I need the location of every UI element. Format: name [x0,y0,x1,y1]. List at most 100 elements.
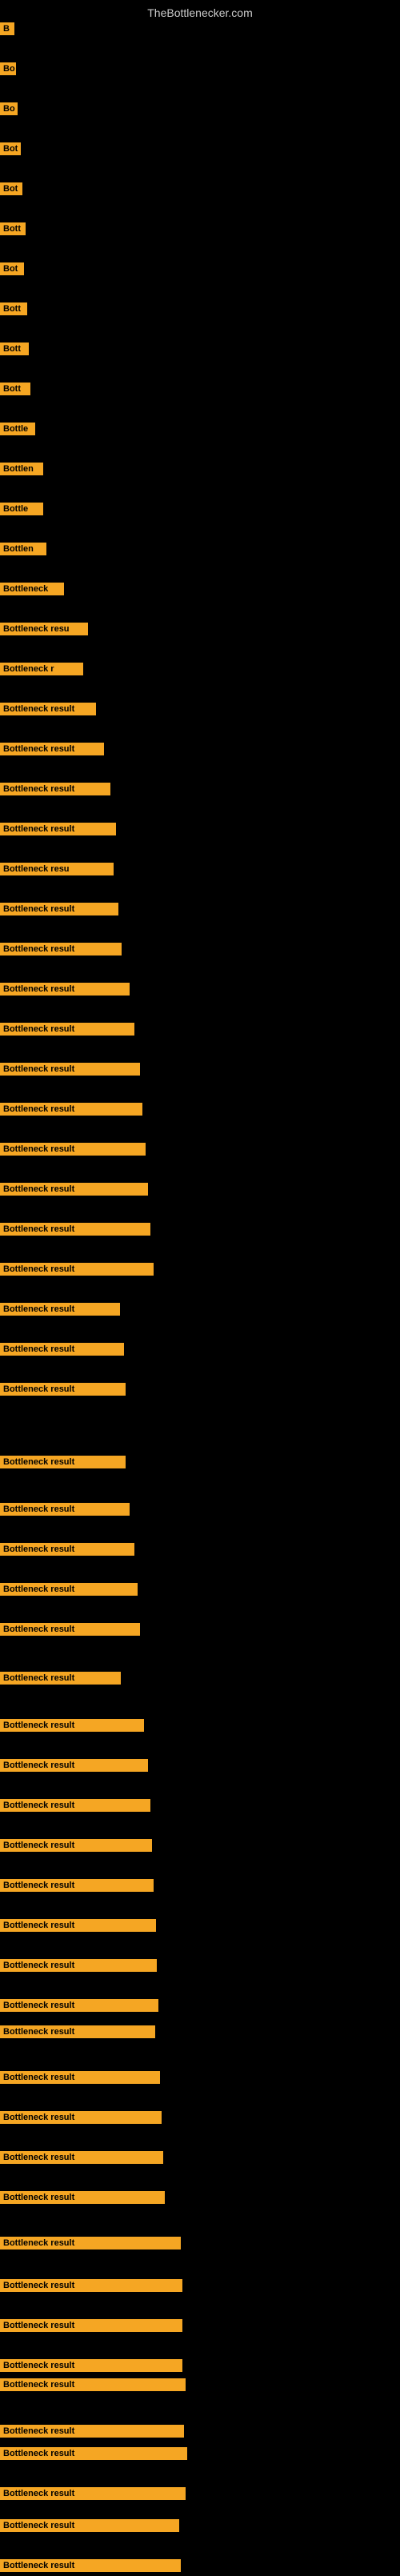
bar-item: Bottleneck resu [0,863,114,879]
bar-label: Bottleneck result [0,1839,152,1852]
bar-label: Bottleneck result [0,1263,154,1276]
bar-item: Bottleneck result [0,2447,187,2464]
bar-label: Bottleneck result [0,2237,181,2249]
bar-item: Bottleneck result [0,2071,160,2088]
bar-item: Bottleneck result [0,943,122,959]
bar-label: Bottleneck result [0,1623,140,1636]
bar-item: Bottleneck result [0,2151,163,2168]
bar-item: Bottleneck result [0,2359,182,2376]
bar-label: Bottleneck result [0,2559,181,2572]
bar-label: Bottleneck result [0,1999,158,2012]
bar-label: Bottleneck [0,583,64,595]
bar-label: Bottleneck result [0,1223,150,1236]
bar-item: Bottleneck result [0,2279,182,2296]
bar-item: Bottleneck result [0,2559,181,2576]
bar-label: Bott [0,343,29,355]
bar-label: Bot [0,262,24,275]
bar-label: Bottleneck result [0,2447,187,2460]
bar-item: Bottleneck result [0,2319,182,2336]
bar-label: Bottleneck result [0,2425,184,2438]
bar-label: B [0,22,14,35]
bar-label: Bottleneck result [0,2487,186,2500]
bar-item: Bottleneck result [0,1919,156,1936]
bar-item: Bottleneck result [0,2487,186,2504]
bar-label: Bott [0,383,30,395]
bar-label: Bottleneck result [0,1383,126,1396]
bar-item: Bottle [0,503,43,519]
bar-label: Bottleneck result [0,1343,124,1356]
bar-label: Bottleneck result [0,1719,144,1732]
bar-item: Bottleneck result [0,703,96,719]
bar-label: Bottleneck result [0,703,96,715]
bar-item: Bottleneck result [0,783,110,799]
bar-item: Bott [0,383,30,399]
bar-label: Bo [0,102,18,115]
bar-item: Bottleneck result [0,1719,144,1736]
bar-label: Bottlen [0,543,46,555]
bar-item: Bottleneck result [0,1543,134,1560]
bar-label: Bottleneck r [0,663,83,675]
bar-item: Bottleneck result [0,1959,157,1976]
bar-item: Bottleneck result [0,2111,162,2128]
bar-label: Bottleneck result [0,823,116,835]
bar-label: Bot [0,182,22,195]
bar-label: Bottleneck result [0,903,118,915]
bar-item: B [0,22,14,39]
bar-label: Bottleneck result [0,2519,179,2532]
bar-label: Bot [0,142,21,155]
bar-label: Bottleneck result [0,943,122,955]
bar-item: Bottleneck result [0,1303,120,1320]
bar-item: Bottleneck result [0,1263,154,1280]
bar-label: Bottleneck result [0,1799,150,1812]
bar-item: Bottleneck result [0,1672,121,1689]
bar-item: Bottleneck result [0,1343,124,1360]
bar-label: Bottleneck result [0,2359,182,2372]
bar-item: Bottleneck result [0,1999,158,2016]
bar-label: Bottleneck result [0,1063,140,1076]
bar-label: Bottleneck result [0,1503,130,1516]
bar-item: Bot [0,142,21,159]
bar-label: Bottleneck result [0,1183,148,1196]
bar-item: Bottleneck result [0,1103,142,1120]
bar-label: Bottleneck result [0,1456,126,1468]
bar-label: Bottleneck result [0,1143,146,1156]
bar-item: Bottleneck result [0,1623,140,1640]
bar-label: Bottleneck result [0,2191,165,2204]
bar-label: Bottle [0,423,35,435]
bar-item: Bottleneck result [0,983,130,1000]
bar-label: Bottleneck result [0,2071,160,2084]
bar-label: Bottleneck result [0,1543,134,1556]
bar-item: Bottleneck result [0,1799,150,1816]
bar-label: Bott [0,222,26,235]
bar-label: Bo [0,62,16,75]
bar-item: Bottleneck r [0,663,83,679]
bar-label: Bottleneck result [0,783,110,795]
bar-label: Bott [0,302,27,315]
bar-label: Bottleneck result [0,1879,154,1892]
bar-item: Bottleneck result [0,1023,134,1040]
bar-label: Bottleneck result [0,2111,162,2124]
bar-item: Bottle [0,423,35,439]
bar-label: Bottleneck result [0,2378,186,2391]
bar-item: Bottleneck result [0,1583,138,1600]
bar-item: Bottleneck result [0,1503,130,1520]
bar-item: Bottleneck result [0,2191,165,2208]
bar-item: Bot [0,262,24,279]
bar-item: Bottleneck resu [0,623,88,639]
bar-label: Bottleneck result [0,2151,163,2164]
bar-label: Bottleneck resu [0,623,88,635]
bar-label: Bottleneck result [0,1583,138,1596]
bar-label: Bottleneck result [0,2319,182,2332]
bar-item: Bottlen [0,543,46,559]
bar-label: Bottleneck resu [0,863,114,875]
bar-label: Bottleneck result [0,1759,148,1772]
bar-label: Bottleneck result [0,743,104,755]
bar-item: Bottleneck result [0,1456,126,1472]
bar-item: Bottleneck result [0,1839,152,1856]
bar-label: Bottle [0,503,43,515]
bar-label: Bottleneck result [0,1672,121,1685]
bar-item: Bottleneck result [0,2237,181,2253]
bar-label: Bottleneck result [0,1959,157,1972]
bar-item: Bottleneck result [0,1183,148,1200]
bar-item: Bottleneck result [0,903,118,919]
